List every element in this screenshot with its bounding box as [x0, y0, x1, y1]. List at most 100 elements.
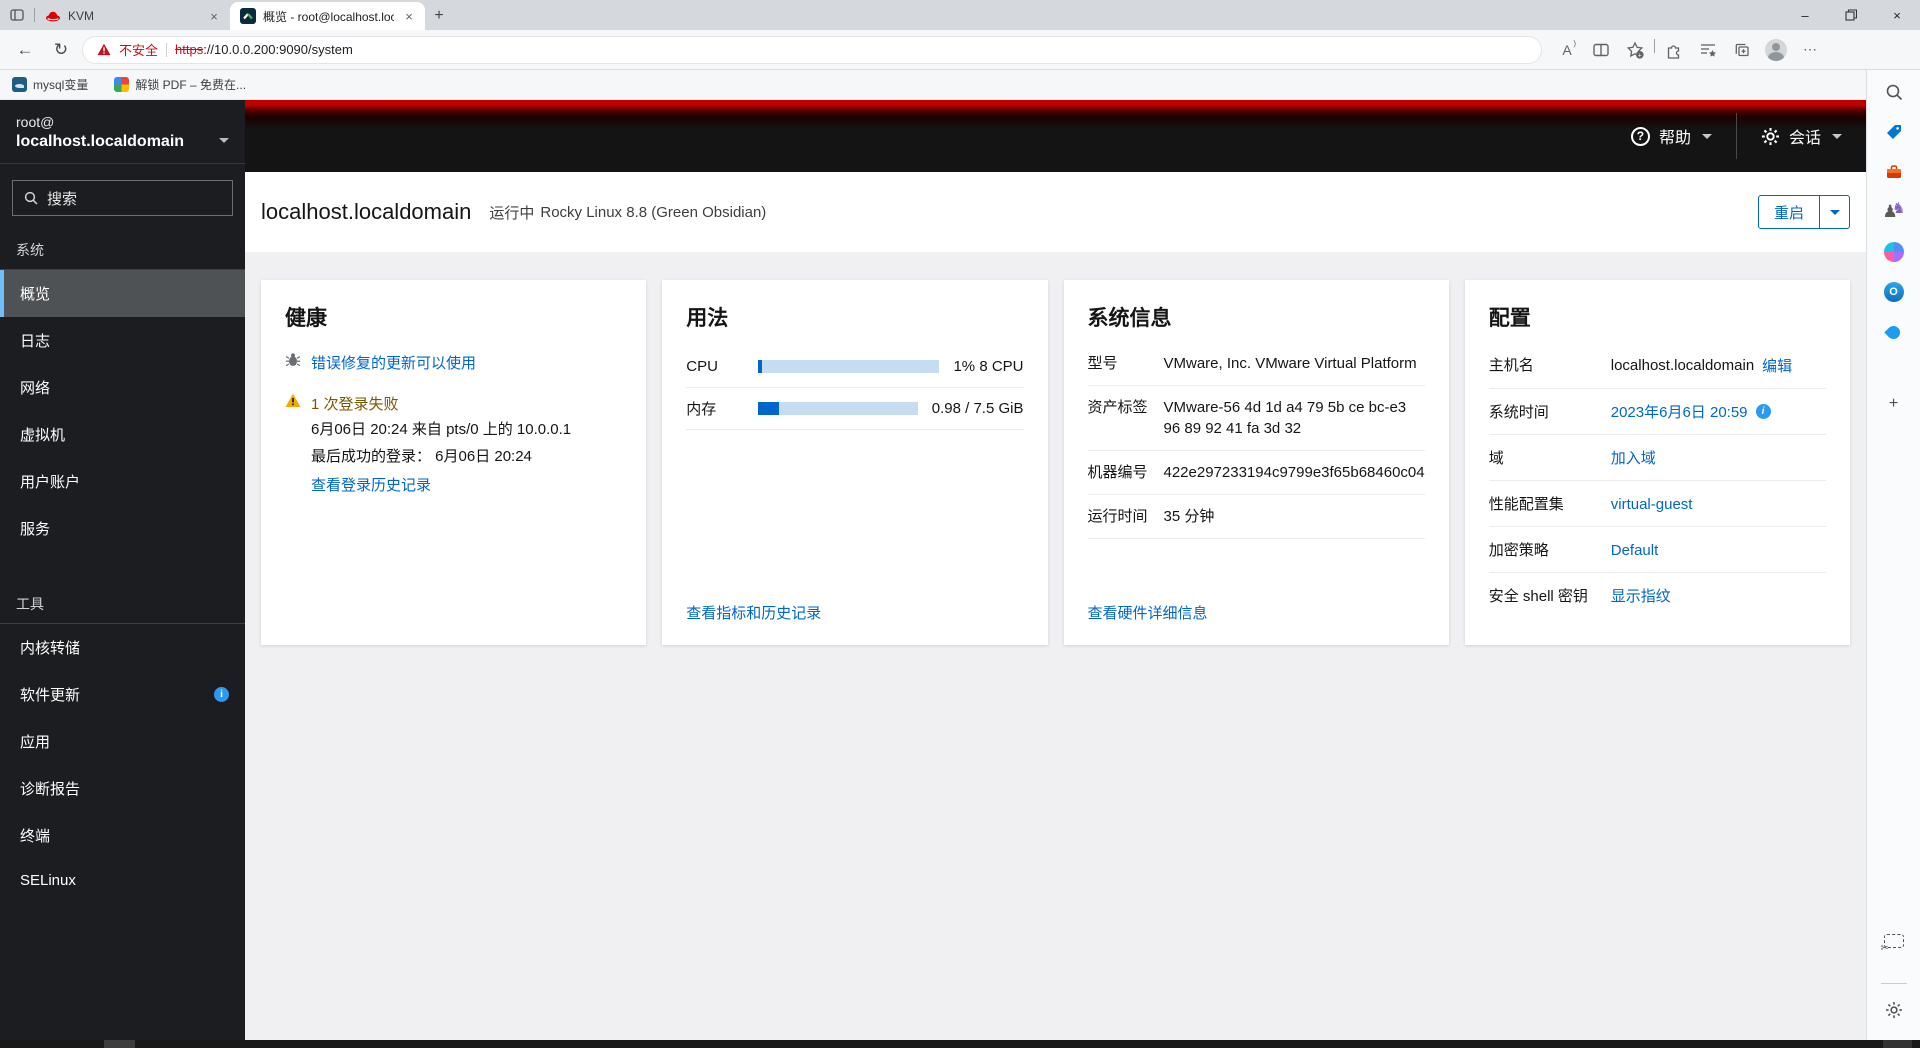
- crypto-policy-link[interactable]: Default: [1611, 542, 1659, 559]
- copilot-icon[interactable]: [1882, 240, 1906, 264]
- session-menu[interactable]: 会话: [1737, 100, 1866, 172]
- back-button[interactable]: ←: [10, 35, 40, 65]
- sidebar-item-accounts[interactable]: 用户账户: [0, 458, 245, 505]
- page-content: localhost.localdomain 运行中 Rocky Linux 8.…: [245, 172, 1866, 1048]
- extensions-icon[interactable]: [1659, 35, 1689, 65]
- edit-hostname-link[interactable]: 编辑: [1762, 355, 1792, 376]
- sidebar-item-label: 网络: [20, 380, 51, 397]
- nav-section-tools: 工具: [0, 578, 245, 624]
- sidebar-settings-gear-icon[interactable]: [1882, 998, 1906, 1022]
- bookmark-mysql[interactable]: mysql变量: [12, 76, 88, 93]
- refresh-button[interactable]: ↻: [46, 35, 76, 65]
- help-menu[interactable]: ? 帮助: [1607, 100, 1736, 172]
- sidebar-item-software-updates[interactable]: 软件更新 i: [0, 671, 245, 718]
- favorites-bar-icon[interactable]: [1693, 35, 1723, 65]
- chevron-down-icon: [219, 138, 229, 143]
- profile-avatar[interactable]: [1761, 35, 1791, 65]
- row-label: 型号: [1087, 355, 1118, 372]
- join-domain-link[interactable]: 加入域: [1611, 447, 1656, 468]
- time-info-icon[interactable]: i: [1755, 404, 1771, 419]
- add-sidebar-app-button[interactable]: +: [1882, 392, 1906, 416]
- metrics-history-link[interactable]: 查看指标和历史记录: [686, 605, 821, 622]
- microsoft365-briefcase-icon[interactable]: [1882, 160, 1906, 184]
- show-fingerprints-link[interactable]: 显示指纹: [1611, 585, 1671, 606]
- collections-icon[interactable]: [1727, 35, 1757, 65]
- browser-tab-bar: KVM × 概览 - root@localhost.localdoma × + …: [0, 0, 1920, 30]
- bookmark-unlock-pdf[interactable]: 解锁 PDF – 免费在...: [114, 76, 246, 93]
- web-capture-icon[interactable]: [1881, 929, 1906, 954]
- split-screen-icon[interactable]: [1586, 35, 1616, 65]
- masthead: ? 帮助 会话: [245, 100, 1866, 172]
- search-icon: [24, 191, 38, 205]
- close-window-button[interactable]: ×: [1874, 0, 1920, 30]
- url-text[interactable]: https://10.0.0.200:9090/system: [175, 42, 353, 57]
- address-bar[interactable]: 不安全 https://10.0.0.200:9090/system: [82, 35, 1542, 64]
- sidebar-item-services[interactable]: 服务: [0, 505, 245, 552]
- row-label: 运行时间: [1087, 508, 1148, 525]
- failed-login-title: 1 次登录失败: [311, 396, 399, 413]
- asset-tag-row: 资产标签 VMware-56 4d 1d a4 79 5b ce bc-e3 9…: [1087, 386, 1425, 451]
- new-tab-button[interactable]: +: [425, 2, 453, 30]
- sidebar-item-kdump[interactable]: 内核转储: [0, 624, 245, 671]
- tab-kvm[interactable]: KVM ×: [35, 2, 230, 30]
- sidebar-item-overview[interactable]: 概览: [0, 270, 245, 317]
- tab-close-icon[interactable]: ×: [206, 9, 222, 24]
- tab-cockpit-overview[interactable]: 概览 - root@localhost.localdoma ×: [230, 2, 425, 30]
- tab-close-icon[interactable]: ×: [401, 9, 417, 24]
- add-favorite-icon[interactable]: +: [1620, 35, 1650, 65]
- outlook-icon[interactable]: O: [1882, 280, 1906, 304]
- drop-icon[interactable]: [1882, 320, 1906, 344]
- sidebar-item-label: 终端: [20, 828, 51, 845]
- sidebar-item-logs[interactable]: 日志: [0, 317, 245, 364]
- sidebar-item-selinux[interactable]: SELinux: [0, 859, 245, 902]
- login-history-link[interactable]: 查看登录历史记录: [311, 477, 431, 494]
- gear-icon: [1761, 127, 1780, 145]
- restart-button[interactable]: 重启: [1759, 196, 1819, 228]
- row-label: 安全 shell 密钥: [1488, 588, 1588, 605]
- sidebar-item-terminal[interactable]: 终端: [0, 812, 245, 859]
- sidebar-item-network[interactable]: 网络: [0, 364, 245, 411]
- hardware-details-link[interactable]: 查看硬件详细信息: [1088, 605, 1208, 622]
- sidebar-item-label: 软件更新: [20, 687, 81, 704]
- machine-id-row: 机器编号 422e297233194c9799e3f65b68460c04: [1087, 451, 1425, 495]
- shopping-tag-icon[interactable]: [1882, 120, 1906, 144]
- cpu-label: CPU: [686, 358, 718, 375]
- performance-profile-link[interactable]: virtual-guest: [1611, 496, 1693, 513]
- browser-menu-icon[interactable]: ⋯: [1795, 35, 1825, 65]
- host-user: root@: [16, 114, 55, 130]
- memory-progress-fill: [758, 402, 779, 415]
- row-value: VMware-56 4d 1d a4 79 5b ce bc-e3 96 89 …: [1163, 399, 1407, 437]
- last-login-detail: 最后成功的登录： 6月06日 20:24: [311, 448, 532, 465]
- sidebar-search-input[interactable]: 搜索: [12, 180, 233, 216]
- restart-split-button[interactable]: 重启: [1757, 195, 1850, 229]
- cockpit-main: ? 帮助 会话 localhost.localdomain 运行中 Rocky …: [245, 100, 1866, 1048]
- host-switcher[interactable]: root@ localhost.localdomain: [0, 100, 245, 164]
- bookmark-label: 解锁 PDF – 免费在...: [135, 78, 247, 92]
- performance-profile-row: 性能配置集 virtual-guest: [1488, 481, 1826, 527]
- read-aloud-icon[interactable]: A: [1552, 35, 1582, 65]
- bing-search-icon[interactable]: [1882, 80, 1906, 104]
- tab-actions-icon: [10, 9, 24, 21]
- card-title: 健康: [285, 307, 327, 330]
- restore-button[interactable]: [1828, 0, 1874, 30]
- restart-menu-toggle[interactable]: [1819, 196, 1849, 228]
- bookmark-label: mysql变量: [33, 78, 89, 92]
- sidebar-item-virtual-machines[interactable]: 虚拟机: [0, 411, 245, 458]
- system-time-link[interactable]: 2023年6月6日 20:59: [1611, 401, 1748, 422]
- bugfix-updates-link[interactable]: 错误修复的更新可以使用: [311, 352, 476, 373]
- screen: KVM × 概览 - root@localhost.localdoma × + …: [0, 0, 1920, 1048]
- sidebar-item-diagnostic-reports[interactable]: 诊断报告: [0, 765, 245, 812]
- url-rest: ://10.0.0.200:9090/system: [203, 42, 353, 57]
- memory-usage-row: 内存 0.98 / 7.5 GiB: [686, 388, 1024, 430]
- cpu-progress-bar: [758, 360, 940, 373]
- hostname-row: 主机名 localhost.localdomain 编辑: [1488, 342, 1826, 389]
- row-label: 资产标签: [1087, 399, 1148, 416]
- cpu-value: 1% 8 CPU: [953, 358, 1024, 375]
- tab-actions-button[interactable]: [0, 0, 34, 30]
- sidebar-item-applications[interactable]: 应用: [0, 718, 245, 765]
- games-chess-icon[interactable]: ♟ ♞: [1882, 200, 1906, 224]
- sidebar-item-label: 内核转储: [20, 640, 81, 657]
- security-warning-label[interactable]: 不安全: [119, 40, 158, 59]
- droplet-icon: [1884, 322, 1903, 342]
- minimize-button[interactable]: –: [1782, 0, 1828, 30]
